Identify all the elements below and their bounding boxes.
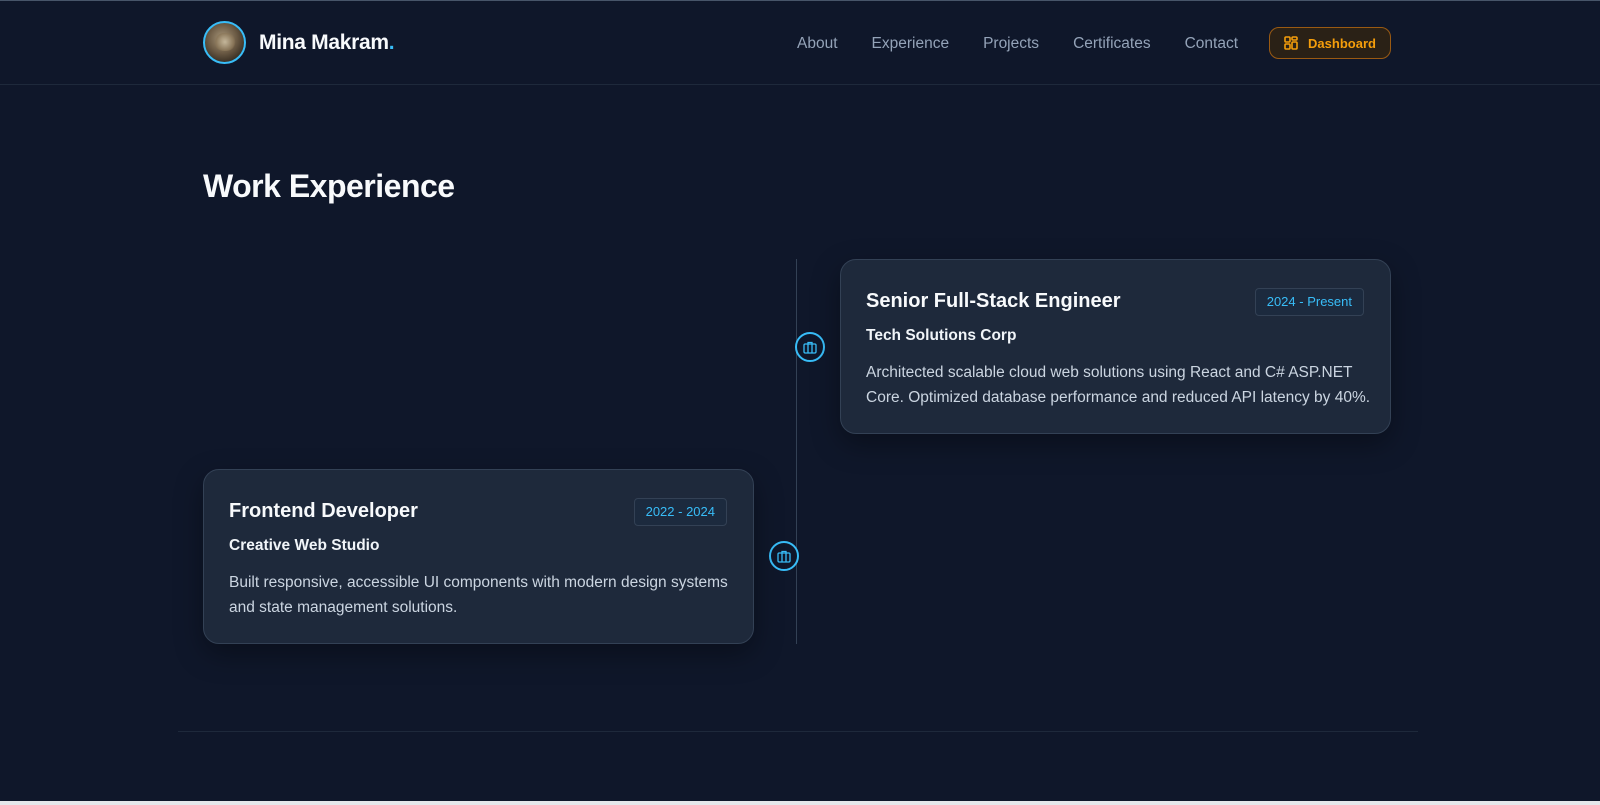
job-title: Senior Full-Stack Engineer bbox=[866, 290, 1121, 312]
section-divider bbox=[178, 731, 1418, 732]
job-description: Built responsive, accessible UI componen… bbox=[229, 574, 728, 616]
experience-card: Senior Full-Stack Engineer 2024 - Presen… bbox=[840, 259, 1391, 434]
nav-contact[interactable]: Contact bbox=[1185, 32, 1238, 56]
job-description: Architected scalable cloud web solutions… bbox=[866, 364, 1371, 406]
grid-icon bbox=[1284, 36, 1298, 50]
experience-card: Frontend Developer 2022 - 2024 Creative … bbox=[203, 469, 754, 644]
nav-about[interactable]: About bbox=[797, 32, 838, 56]
company-name: Creative Web Studio bbox=[229, 537, 380, 554]
dashboard-button[interactable]: Dashboard bbox=[1269, 27, 1391, 59]
nav-certificates[interactable]: Certificates bbox=[1073, 32, 1151, 56]
briefcase-icon bbox=[795, 332, 825, 362]
period-badge: 2024 - Present bbox=[1254, 288, 1364, 316]
site-header: Mina Makram. About Experience Projects C… bbox=[0, 1, 1600, 85]
company-name: Tech Solutions Corp bbox=[866, 327, 1017, 344]
section-title: Work Experience bbox=[203, 168, 455, 204]
nav-projects[interactable]: Projects bbox=[983, 32, 1039, 56]
briefcase-icon bbox=[769, 541, 799, 571]
bottom-strip bbox=[0, 801, 1600, 805]
brand-name: Mina Makram. bbox=[259, 30, 395, 54]
brand[interactable]: Mina Makram. bbox=[203, 21, 395, 64]
timeline-line bbox=[796, 259, 797, 644]
nav-experience[interactable]: Experience bbox=[872, 32, 950, 56]
job-title: Frontend Developer bbox=[229, 500, 418, 522]
dashboard-label: Dashboard bbox=[1308, 35, 1376, 51]
brand-dot: . bbox=[388, 30, 395, 54]
period-badge: 2022 - 2024 bbox=[633, 498, 727, 526]
avatar bbox=[203, 21, 246, 64]
main-nav: About Experience Projects Certificates C… bbox=[797, 32, 1272, 56]
